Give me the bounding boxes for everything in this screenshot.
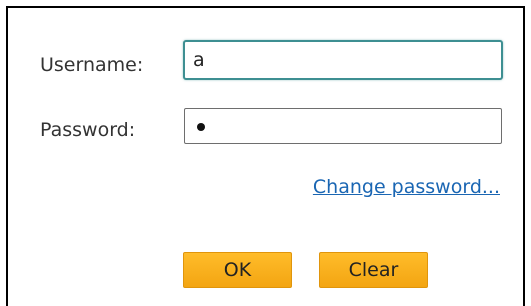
- login-dialog: Username: a Password: Change password...…: [6, 6, 525, 306]
- ok-button[interactable]: OK: [183, 252, 292, 288]
- username-field[interactable]: a: [183, 40, 503, 80]
- username-value: a: [193, 49, 205, 71]
- password-label: Password:: [40, 119, 136, 141]
- clear-button[interactable]: Clear: [319, 252, 428, 288]
- change-password-link[interactable]: Change password...: [313, 176, 500, 198]
- password-field[interactable]: [184, 108, 502, 144]
- username-label: Username:: [40, 54, 144, 76]
- password-mask-dot: [197, 122, 205, 131]
